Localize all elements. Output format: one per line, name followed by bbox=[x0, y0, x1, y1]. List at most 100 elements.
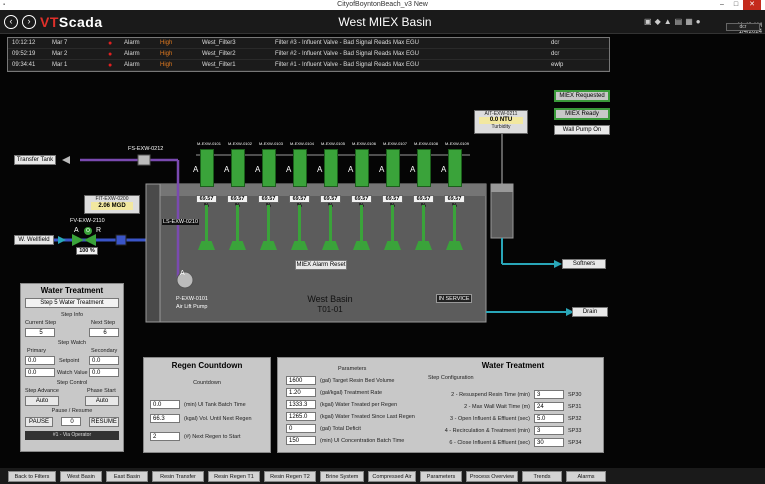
mixer[interactable]: M-EXW-0102 A 69.57 % bbox=[224, 141, 256, 250]
mixer-impeller-icon bbox=[229, 241, 246, 250]
panel-title: Water Treatment bbox=[481, 361, 545, 370]
miex-alarm-reset-button[interactable]: MIEX Alarm Reset bbox=[295, 260, 347, 270]
flow-switch-tag: FS-EXW-0212 bbox=[128, 146, 164, 152]
in-service-status: IN SERVICE bbox=[436, 294, 472, 303]
basin-name: West Basin bbox=[307, 294, 353, 304]
parameter-label: (kgal) Water Treated Since Last Regen bbox=[320, 414, 415, 420]
mixer-speed: 69.57 % bbox=[227, 195, 248, 209]
nav-resin-regen-t2[interactable]: Resin Regen T2 bbox=[264, 471, 316, 482]
mixer-tag: M-EXW-0103 bbox=[259, 141, 283, 146]
phase-start-button[interactable]: Auto bbox=[85, 396, 119, 406]
config-label: Step Configuration bbox=[428, 375, 474, 381]
mixer-tag: M-EXW-0109 bbox=[445, 141, 469, 146]
mixer[interactable]: M-EXW-0106 A 69.57 % bbox=[348, 141, 380, 250]
setpoint-secondary: 0.0 bbox=[89, 356, 119, 365]
mixer-shaft-icon bbox=[391, 205, 394, 243]
mixer-motor-icon bbox=[386, 149, 400, 187]
config-step-label: 2 - Max Wall Wait Time (m) bbox=[464, 404, 530, 410]
pause-button[interactable]: PAUSE bbox=[25, 417, 53, 427]
valve-left-icon bbox=[72, 234, 84, 246]
config-step-value[interactable]: 3 bbox=[534, 426, 564, 435]
watch-value-label: Watch Value bbox=[57, 370, 88, 376]
config-step-value[interactable]: 30 bbox=[534, 438, 564, 447]
parameters-label: Parameters bbox=[338, 366, 367, 372]
basin-id: T01-01 bbox=[317, 305, 343, 314]
nav-back-to-filters[interactable]: Back to Filters bbox=[8, 471, 56, 482]
mixer-motor-icon bbox=[231, 149, 245, 187]
mixer-speed: 69.57 % bbox=[444, 195, 465, 209]
nav-trends[interactable]: Trends bbox=[522, 471, 562, 482]
mixer-shaft-icon bbox=[329, 205, 332, 243]
transfer-tank-button[interactable]: Transfer Tank bbox=[14, 155, 56, 165]
nav-alarms[interactable]: Alarms bbox=[566, 471, 606, 482]
valve-mode-a: A bbox=[74, 227, 79, 234]
phase-start-label: Phase Start bbox=[87, 388, 116, 394]
config-step-label: 4 - Recirculation & Treatment (min) bbox=[444, 428, 530, 434]
flow-meter-value: 2.06 MGD bbox=[91, 202, 133, 210]
mixer-mode: A bbox=[193, 165, 199, 174]
mixer-impeller-icon bbox=[353, 241, 370, 250]
config-step-value[interactable]: 3 bbox=[534, 390, 564, 399]
mixer[interactable]: M-EXW-0105 A 69.57 % bbox=[317, 141, 349, 250]
wellfield-arrow-icon bbox=[58, 236, 66, 244]
mixer-impeller-icon bbox=[415, 241, 432, 250]
mixer-speed: 69.57 % bbox=[351, 195, 372, 209]
pause-value: 0 bbox=[61, 417, 81, 426]
regen-value: 0.0 bbox=[150, 400, 180, 409]
water-treatment-parameters-panel: Water Treatment Parameters Step Configur… bbox=[277, 357, 604, 453]
nav-process-overview[interactable]: Process Overview bbox=[466, 471, 518, 482]
transfer-arrow-icon bbox=[62, 156, 70, 164]
nav-west-basin[interactable]: West Basin bbox=[60, 471, 102, 482]
mixer-impeller-icon bbox=[198, 241, 215, 250]
nav-compressed-air[interactable]: Compressed Air bbox=[368, 471, 416, 482]
mixer-shaft-icon bbox=[298, 205, 301, 243]
water-treatment-step-panel: Water Treatment Step 5 Water Treatment S… bbox=[20, 283, 124, 452]
mixer-tag: M-EXW-0102 bbox=[228, 141, 252, 146]
current-step-button[interactable]: Step 5 Water Treatment bbox=[25, 298, 119, 308]
mixer[interactable]: M-EXW-0104 A 69.57 % bbox=[286, 141, 318, 250]
mixer-speed: 69.57 % bbox=[289, 195, 310, 209]
air-lift-mode: A bbox=[180, 270, 185, 277]
mixer-mode: A bbox=[224, 165, 230, 174]
mixer-impeller-icon bbox=[291, 241, 308, 250]
softners-button[interactable]: Softners bbox=[562, 259, 606, 269]
nav-east-basin[interactable]: East Basin bbox=[106, 471, 148, 482]
wellfield-button[interactable]: W. Wellfield bbox=[14, 235, 54, 245]
parameter-value: 150 bbox=[286, 436, 316, 445]
mixer-shaft-icon bbox=[453, 205, 456, 243]
mixer[interactable]: M-EXW-0101 A 69.57 % bbox=[193, 141, 225, 250]
mixer-impeller-icon bbox=[446, 241, 463, 250]
mixer[interactable]: M-EXW-0103 A 69.57 % bbox=[255, 141, 287, 250]
nav-brine-system[interactable]: Brine System bbox=[320, 471, 364, 482]
setpoint-label: Setpoint bbox=[59, 358, 80, 364]
mixer[interactable]: M-EXW-0109 A 69.57 % bbox=[441, 141, 473, 250]
step-info-label: Step Info bbox=[60, 312, 84, 318]
mixer[interactable]: M-EXW-0108 A 69.57 % bbox=[410, 141, 442, 250]
mixer-speed: 69.57 % bbox=[320, 195, 341, 209]
nav-resin-regen-t1[interactable]: Resin Regen T1 bbox=[208, 471, 260, 482]
countdown-label: Countdown bbox=[193, 380, 221, 386]
valve-position: 100 % bbox=[76, 247, 98, 255]
step-watch-label: Step Watch bbox=[57, 340, 87, 346]
operator-status: #1 - Via Operator bbox=[25, 431, 119, 440]
nav-resin-transfer[interactable]: Resin Transfer bbox=[152, 471, 204, 482]
config-step-value[interactable]: 5.0 bbox=[534, 414, 564, 423]
mixer-tag: M-EXW-0108 bbox=[414, 141, 438, 146]
softener-arrow-icon bbox=[554, 260, 562, 268]
next-step-label: Next Step bbox=[91, 320, 116, 326]
mixer[interactable]: M-EXW-0107 A 69.57 % bbox=[379, 141, 411, 250]
regen-value: 2 bbox=[150, 432, 180, 441]
parameter-label: (gal) Target Resin Bed Volume bbox=[320, 378, 395, 384]
step-advance-button[interactable]: Auto bbox=[25, 396, 59, 406]
mixer-tag: M-EXW-0104 bbox=[290, 141, 314, 146]
valve-status-o[interactable]: O bbox=[84, 227, 92, 235]
mixer-mode: A bbox=[410, 165, 416, 174]
resume-button[interactable]: RESUME bbox=[89, 417, 119, 427]
mixers-group: M-EXW-0101 A 69.57 % M-EXW-0102 A 69.57 % M-… bbox=[193, 141, 473, 256]
mixer-speed: 69.57 % bbox=[382, 195, 403, 209]
nav-parameters[interactable]: Parameters bbox=[420, 471, 462, 482]
flow-meter-display[interactable]: FIT-EXW-0200 2.06 MGD bbox=[84, 195, 140, 214]
regen-label: (kgal) Vol. Until Next Regen bbox=[184, 416, 252, 422]
config-step-value[interactable]: 24 bbox=[534, 402, 564, 411]
drain-button[interactable]: Drain bbox=[572, 307, 608, 317]
